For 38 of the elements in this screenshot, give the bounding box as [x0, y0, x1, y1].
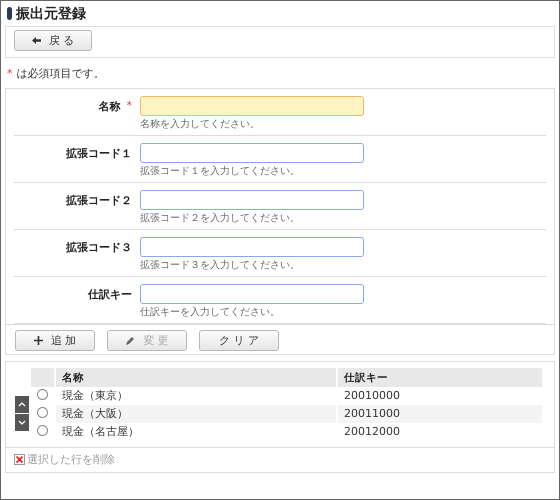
add-button[interactable]: 追 加 [15, 330, 95, 351]
input-field[interactable] [140, 237, 364, 257]
field-label: 仕訳キー [88, 287, 132, 302]
pencil-icon [125, 336, 136, 346]
move-up-button[interactable] [15, 396, 29, 413]
plus-icon [34, 336, 43, 345]
required-mark: * [7, 67, 12, 81]
input-field[interactable] [140, 190, 364, 210]
title-marker-icon [7, 7, 12, 20]
field-label: 拡張コード３ [66, 240, 132, 255]
field-hint: 名称を入力してください。 [140, 118, 261, 131]
arrow-left-icon [32, 37, 41, 44]
field-label: 名称 [98, 99, 120, 114]
field-hint: 仕訳キーを入力してください。 [140, 306, 281, 319]
field-label: 拡張コード２ [66, 193, 132, 208]
row-radio[interactable] [37, 424, 48, 436]
required-note: は必須項目です。 [16, 67, 104, 81]
input-field[interactable] [140, 143, 364, 163]
column-header: 仕訳キー [338, 368, 542, 387]
input-field[interactable] [140, 96, 364, 116]
chevron-down-icon [18, 420, 26, 425]
field-hint: 拡張コード１を入力してください。 [140, 165, 301, 178]
row-radio[interactable] [37, 406, 48, 418]
clear-button[interactable]: ク リ ア [199, 330, 279, 351]
table-cell: 現金（大阪） [56, 405, 336, 423]
field-label: 拡張コード１ [66, 146, 132, 161]
column-header: 名称 [56, 368, 336, 387]
table-cell: 20011000 [338, 405, 542, 423]
move-down-button[interactable] [15, 414, 29, 431]
row-radio[interactable] [37, 388, 48, 400]
field-hint: 拡張コード２を入力してください。 [140, 212, 301, 225]
input-field[interactable] [140, 284, 364, 304]
field-hint: 拡張コード３を入力してください。 [140, 259, 301, 272]
back-button[interactable]: 戻 る [14, 30, 92, 51]
chevron-up-icon [18, 402, 26, 407]
page-title: 振出元登録 [16, 4, 86, 22]
required-mark: * [126, 99, 132, 112]
delete-icon [14, 454, 25, 465]
